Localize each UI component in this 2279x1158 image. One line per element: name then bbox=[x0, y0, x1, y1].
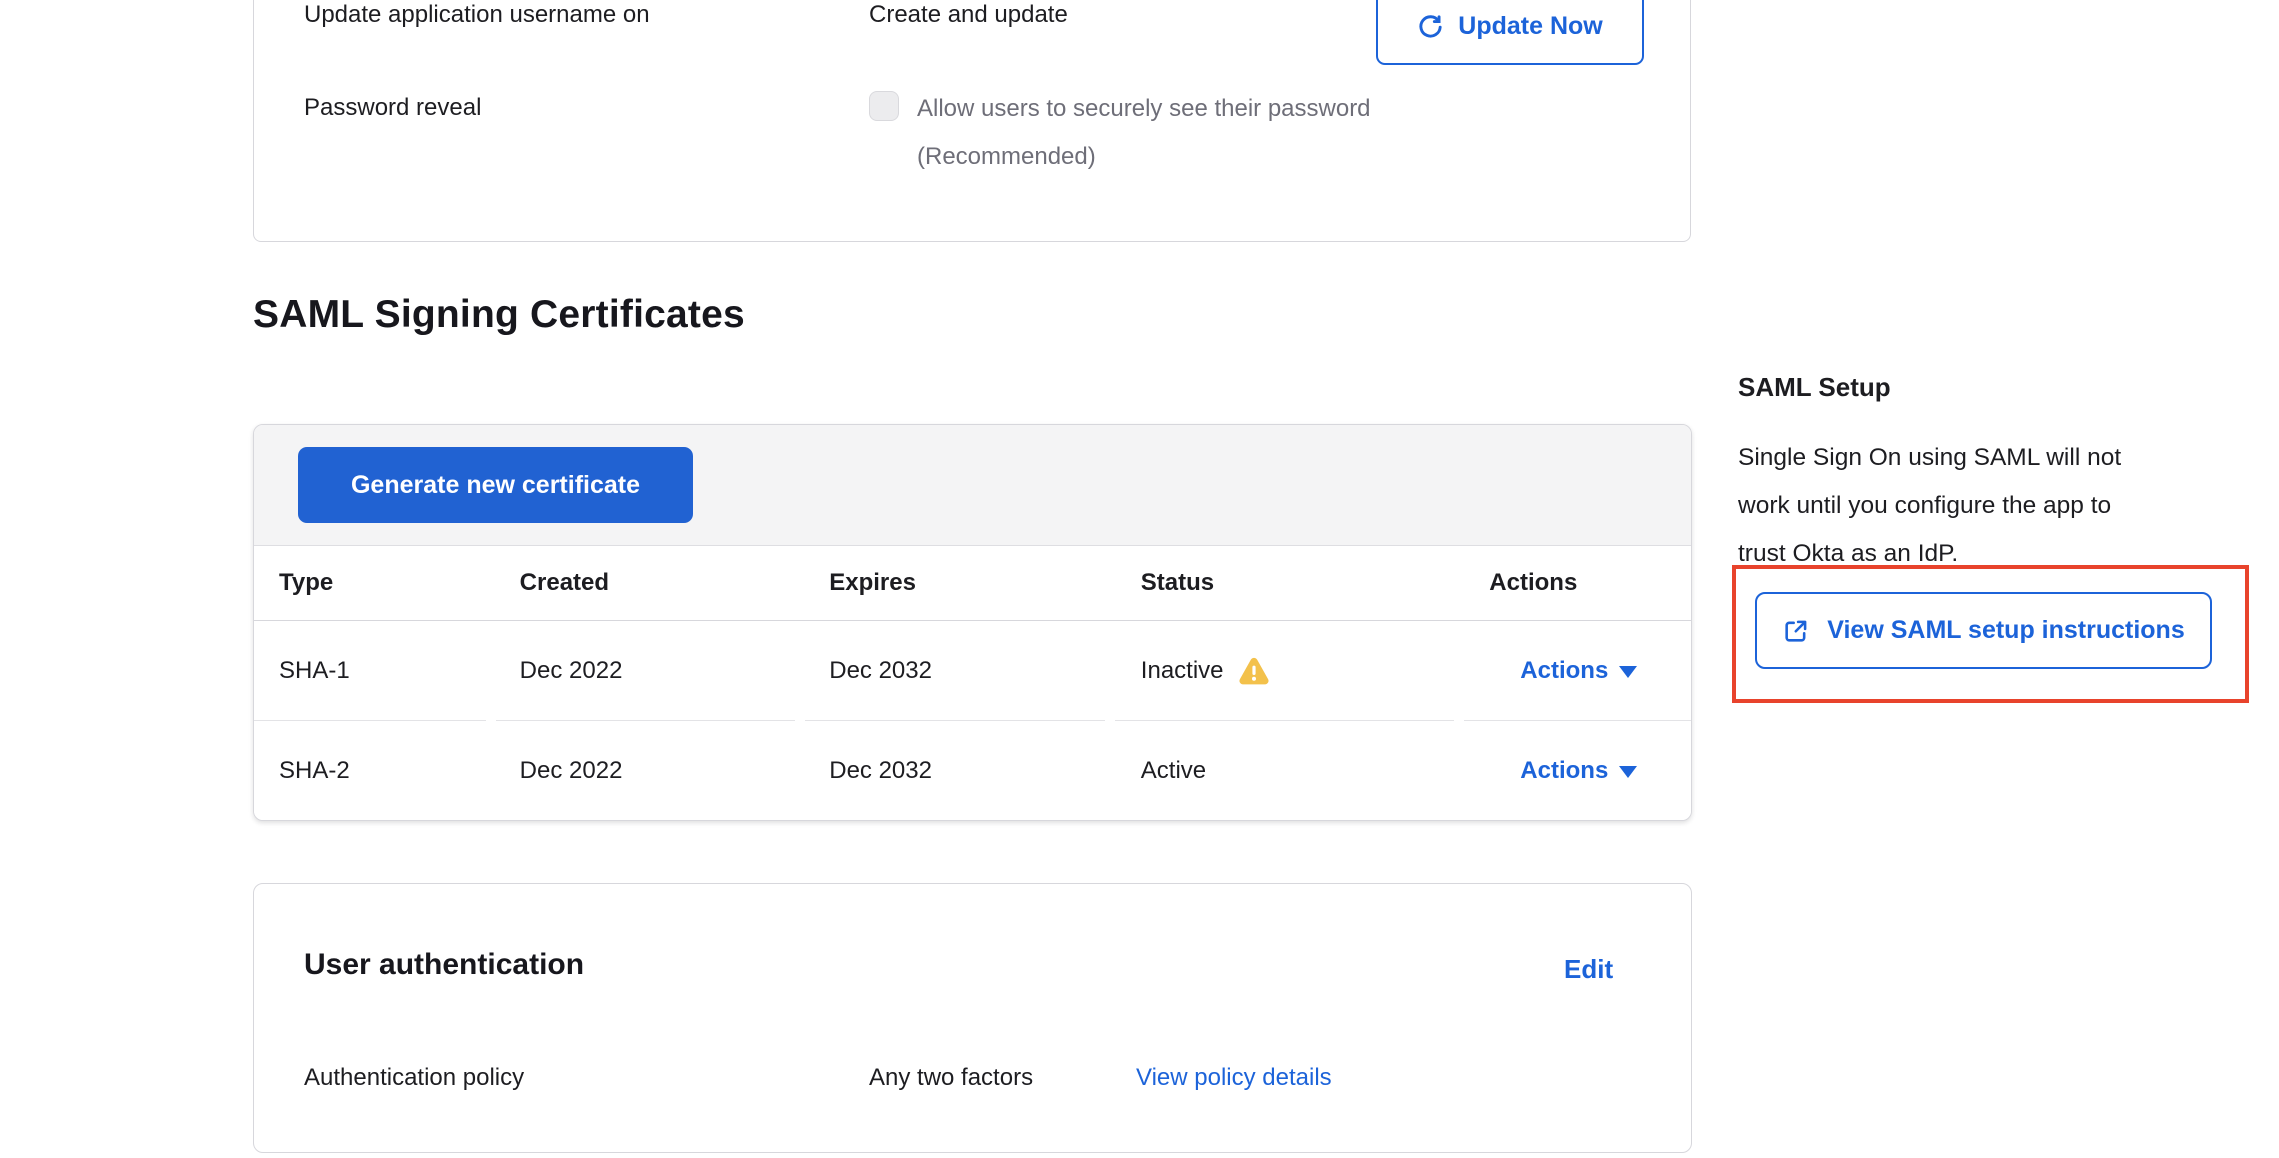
description-line: trust Okta as an IdP. bbox=[1738, 530, 2258, 578]
cell-expires: Dec 2032 bbox=[805, 721, 1105, 820]
cell-actions: Actions bbox=[1464, 721, 1691, 820]
cell-created: Dec 2022 bbox=[496, 721, 796, 820]
warning-triangle-icon bbox=[1238, 656, 1270, 686]
description-line: work until you configure the app to bbox=[1738, 482, 2258, 530]
edit-link[interactable]: Edit bbox=[1564, 954, 1613, 985]
certificate-row-sha1: SHA-1 Dec 2022 Dec 2032 Inactive Actions bbox=[254, 621, 1691, 721]
external-link-icon bbox=[1782, 617, 1810, 645]
saml-setup-description: Single Sign On using SAML will not work … bbox=[1738, 434, 2258, 578]
generate-new-certificate-button[interactable]: Generate new certificate bbox=[298, 447, 693, 523]
authentication-policy-label: Authentication policy bbox=[304, 1064, 524, 1092]
certificates-table-header: Type Created Expires Status Actions bbox=[254, 546, 1691, 621]
update-username-value: Create and update bbox=[869, 1, 1068, 29]
status-text: Active bbox=[1141, 757, 1206, 785]
authentication-policy-value: Any two factors bbox=[869, 1064, 1033, 1092]
checkbox-description-line1: Allow users to securely see their passwo… bbox=[917, 95, 1371, 123]
view-saml-setup-instructions-button[interactable]: View SAML setup instructions bbox=[1755, 592, 2212, 669]
actions-label: Actions bbox=[1520, 757, 1608, 785]
checkbox-description-line2: (Recommended) bbox=[917, 143, 1096, 171]
setup-button-label: View SAML setup instructions bbox=[1827, 616, 2184, 645]
cell-type: SHA-1 bbox=[254, 621, 486, 721]
saml-setup-title: SAML Setup bbox=[1738, 372, 1891, 403]
update-username-label: Update application username on bbox=[304, 1, 650, 29]
column-header-expires: Expires bbox=[805, 569, 1115, 597]
password-reveal-checkbox[interactable] bbox=[869, 91, 899, 121]
cell-status: Inactive bbox=[1115, 621, 1455, 721]
update-now-button[interactable]: Update Now bbox=[1376, 0, 1644, 65]
cell-actions: Actions bbox=[1464, 621, 1691, 721]
update-now-label: Update Now bbox=[1458, 12, 1602, 41]
okta-saml-settings-page: Update application username on Create an… bbox=[0, 0, 2279, 1158]
column-header-status: Status bbox=[1115, 569, 1465, 597]
actions-dropdown[interactable]: Actions bbox=[1520, 657, 1637, 685]
sign-on-settings-card: Update application username on Create an… bbox=[253, 0, 1691, 242]
column-header-created: Created bbox=[496, 569, 806, 597]
caret-down-icon bbox=[1619, 666, 1637, 678]
cell-expires: Dec 2032 bbox=[805, 621, 1105, 721]
cell-created: Dec 2022 bbox=[496, 621, 796, 721]
column-header-actions: Actions bbox=[1464, 569, 1691, 597]
certificate-row-sha2: SHA-2 Dec 2022 Dec 2032 Active Actions bbox=[254, 721, 1691, 820]
status-text: Inactive bbox=[1141, 657, 1224, 685]
actions-dropdown[interactable]: Actions bbox=[1520, 757, 1637, 785]
certificates-panel: Generate new certificate Type Created Ex… bbox=[253, 424, 1692, 821]
refresh-icon bbox=[1417, 13, 1444, 40]
password-reveal-label: Password reveal bbox=[304, 94, 481, 122]
cell-type: SHA-2 bbox=[254, 721, 486, 820]
description-line: Single Sign On using SAML will not bbox=[1738, 434, 2258, 482]
user-authentication-title: User authentication bbox=[304, 948, 584, 982]
certificates-toolbar: Generate new certificate bbox=[254, 425, 1691, 546]
view-policy-details-link[interactable]: View policy details bbox=[1136, 1064, 1332, 1092]
user-authentication-card: User authentication Edit Authentication … bbox=[253, 883, 1692, 1153]
actions-label: Actions bbox=[1520, 657, 1608, 685]
caret-down-icon bbox=[1619, 766, 1637, 778]
cell-status: Active bbox=[1115, 721, 1455, 820]
column-header-type: Type bbox=[254, 569, 496, 597]
saml-signing-certificates-heading: SAML Signing Certificates bbox=[253, 293, 745, 337]
